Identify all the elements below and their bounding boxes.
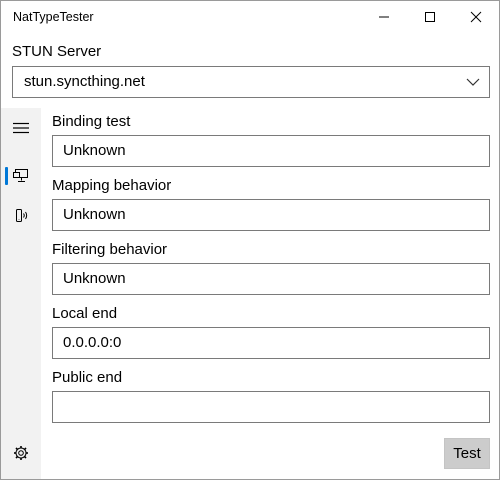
nav-item-rfc5780[interactable]: [1, 158, 41, 194]
local-end-value: 0.0.0.0:0: [63, 334, 122, 351]
binding-test-field[interactable]: Unknown: [52, 135, 490, 167]
nav-item-settings[interactable]: [1, 435, 41, 471]
close-button[interactable]: [453, 1, 499, 33]
nav-menu-toggle[interactable]: [1, 110, 41, 146]
stun-server-combobox[interactable]: stun.syncthing.net: [12, 66, 490, 98]
close-icon: [470, 11, 482, 23]
chevron-down-icon: [466, 78, 480, 86]
public-end-label: Public end: [52, 369, 123, 386]
public-end-field[interactable]: [52, 391, 490, 423]
binding-test-label: Binding test: [52, 113, 131, 130]
mapping-behavior-label: Mapping behavior: [52, 177, 172, 194]
local-end-label: Local end: [52, 305, 118, 322]
stun-server-label: STUN Server: [12, 43, 102, 60]
stun-server-value: stun.syncthing.net: [24, 73, 145, 90]
minimize-button[interactable]: [361, 1, 407, 33]
test-button[interactable]: Test: [444, 438, 490, 469]
minimize-icon: [379, 16, 389, 18]
title-bar: NatTypeTester: [1, 1, 499, 33]
filtering-behavior-label: Filtering behavior: [52, 241, 168, 258]
gear-icon: [14, 446, 28, 460]
binding-test-value: Unknown: [63, 142, 126, 159]
nav-item-server[interactable]: [1, 198, 41, 234]
mapping-behavior-value: Unknown: [63, 206, 126, 223]
server-icon: [16, 209, 28, 222]
mapping-behavior-field[interactable]: Unknown: [52, 199, 490, 231]
window-title: NatTypeTester: [13, 10, 94, 24]
hamburger-menu-icon: [13, 122, 29, 134]
filtering-behavior-field[interactable]: Unknown: [52, 263, 490, 295]
app-window: NatTypeTester STUN Server stun.syncthing…: [0, 0, 500, 480]
navigation-pane: [1, 108, 41, 479]
local-end-field[interactable]: 0.0.0.0:0: [52, 327, 490, 359]
maximize-icon: [425, 12, 435, 22]
filtering-behavior-value: Unknown: [63, 270, 126, 287]
monitor-icon: [13, 169, 28, 182]
maximize-button[interactable]: [407, 1, 453, 33]
